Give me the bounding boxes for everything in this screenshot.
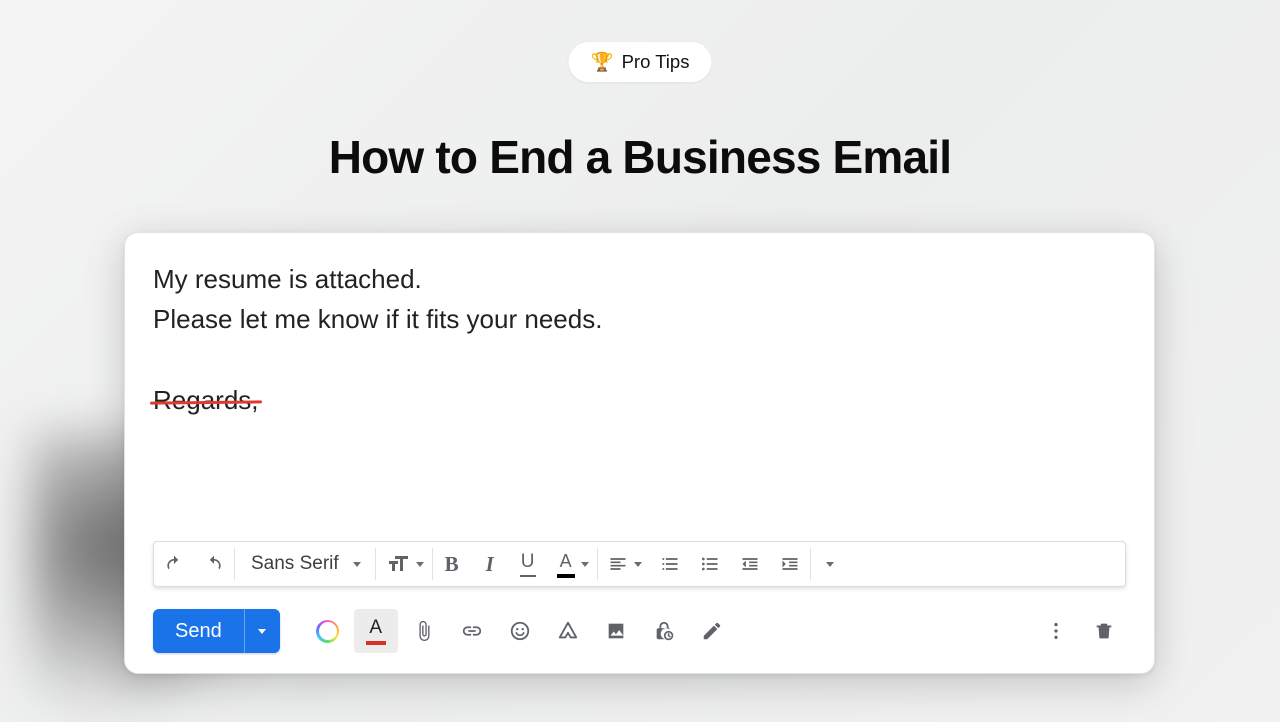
- indent-increase-icon: [780, 554, 800, 574]
- italic-button[interactable]: I: [471, 542, 509, 586]
- discard-draft-button[interactable]: [1082, 609, 1126, 653]
- align-left-icon: [608, 554, 628, 574]
- bulleted-list-icon: [700, 554, 720, 574]
- bold-button[interactable]: B: [433, 542, 471, 586]
- align-select[interactable]: [598, 542, 650, 586]
- action-bar: Send A: [153, 607, 1126, 655]
- chevron-down-icon: [581, 562, 589, 567]
- formatting-toolbar: Sans Serif B I U A: [153, 541, 1126, 587]
- chevron-down-icon: [353, 562, 361, 567]
- trophy-icon: 🏆: [591, 51, 614, 73]
- insert-photo-button[interactable]: [594, 609, 638, 653]
- bold-icon: B: [445, 552, 459, 577]
- paperclip-icon: [413, 620, 435, 642]
- compose-window: My resume is attached. Please let me kno…: [124, 232, 1155, 674]
- chevron-down-icon: [416, 562, 424, 567]
- bulleted-list-button[interactable]: [690, 542, 730, 586]
- more-vertical-icon: [1045, 620, 1067, 642]
- font-family-label: Sans Serif: [251, 553, 339, 575]
- font-size-icon: [386, 552, 410, 576]
- badge-label: Pro Tips: [622, 51, 690, 73]
- drive-icon: [557, 620, 579, 642]
- send-options-button[interactable]: [244, 609, 280, 653]
- font-size-select[interactable]: [376, 542, 432, 586]
- numbered-list-icon: [660, 554, 680, 574]
- insert-drive-button[interactable]: [546, 609, 590, 653]
- underline-button[interactable]: U: [509, 542, 547, 586]
- pro-tips-badge: 🏆 Pro Tips: [569, 42, 712, 82]
- sparkle-ring-icon: [316, 620, 339, 643]
- body-line: My resume is attached.: [153, 259, 1126, 299]
- confidential-mode-button[interactable]: [642, 609, 686, 653]
- numbered-list-button[interactable]: [650, 542, 690, 586]
- link-icon: [461, 620, 483, 642]
- writing-suggestions-button[interactable]: [306, 609, 350, 653]
- image-icon: [605, 620, 627, 642]
- indent-increase-button[interactable]: [770, 542, 810, 586]
- attach-file-button[interactable]: [402, 609, 446, 653]
- chevron-down-icon: [826, 562, 834, 567]
- lock-clock-icon: [653, 620, 675, 642]
- send-button[interactable]: Send: [153, 609, 244, 653]
- insert-signature-button[interactable]: [690, 609, 734, 653]
- more-options-button[interactable]: [1034, 609, 1078, 653]
- trash-icon: [1093, 620, 1115, 642]
- more-formatting-button[interactable]: [811, 542, 849, 586]
- indent-decrease-icon: [740, 554, 760, 574]
- chevron-down-icon: [258, 629, 266, 634]
- font-family-select[interactable]: Sans Serif: [235, 542, 375, 586]
- redo-button[interactable]: [194, 542, 234, 586]
- undo-icon: [164, 554, 184, 574]
- undo-button[interactable]: [154, 542, 194, 586]
- email-body[interactable]: My resume is attached. Please let me kno…: [153, 259, 1126, 420]
- insert-emoji-button[interactable]: [498, 609, 542, 653]
- insert-link-button[interactable]: [450, 609, 494, 653]
- page-title: How to End a Business Email: [0, 130, 1280, 184]
- underline-icon: U: [520, 551, 536, 577]
- text-color-select[interactable]: A: [547, 542, 597, 586]
- chevron-down-icon: [634, 562, 642, 567]
- body-line: Please let me know if it fits your needs…: [153, 299, 1126, 339]
- send-split-button: Send: [153, 609, 280, 653]
- emoji-icon: [509, 620, 531, 642]
- italic-icon: I: [486, 552, 494, 577]
- redo-icon: [204, 554, 224, 574]
- formatting-options-button[interactable]: A: [354, 609, 398, 653]
- pen-icon: [701, 620, 723, 642]
- text-color-icon: A: [557, 551, 575, 578]
- body-struck-line: Regards,: [153, 380, 259, 420]
- indent-decrease-button[interactable]: [730, 542, 770, 586]
- text-color-a-icon: A: [366, 617, 386, 645]
